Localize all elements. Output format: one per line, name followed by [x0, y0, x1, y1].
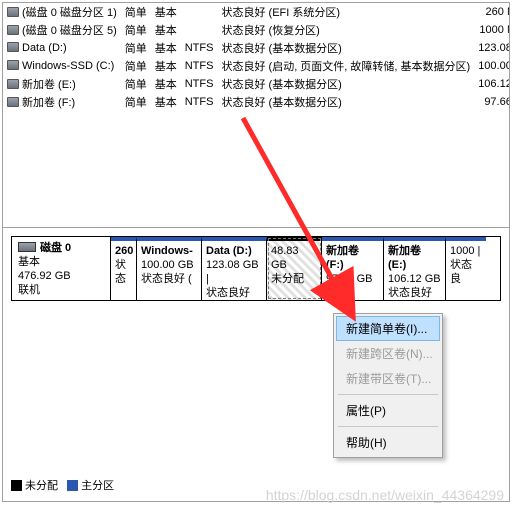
partition[interactable]: 新加卷 (E:)106.12 GB状态良好 (基 — [384, 237, 446, 300]
partition[interactable]: 新加卷 (F:)97.66 GB N状态良好 (基 — [322, 237, 384, 300]
volume-row[interactable]: (磁盘 0 磁盘分区 5)简单基本状态良好 (恢复分区)1000 ME — [3, 21, 509, 39]
drive-icon — [7, 79, 19, 89]
legend-swatch-primary — [67, 480, 78, 491]
disk-title: 磁盘 0 — [40, 242, 71, 254]
volume-row[interactable]: 新加卷 (F:)简单基本NTFS状态良好 (基本数据分区)97.66 G — [3, 93, 509, 111]
drive-icon — [7, 7, 19, 17]
partition[interactable]: 260状态 — [111, 237, 137, 300]
disk-icon — [18, 242, 36, 252]
disk-management-window: (磁盘 0 磁盘分区 1)简单基本状态良好 (EFI 系统分区)260 MB(磁… — [2, 2, 510, 502]
drive-icon — [7, 60, 19, 70]
volume-table: (磁盘 0 磁盘分区 1)简单基本状态良好 (EFI 系统分区)260 MB(磁… — [3, 3, 509, 111]
partition[interactable]: Data (D:)123.08 GB |状态良好 (基 — [202, 237, 267, 300]
partition[interactable]: 1000 |状态良 — [446, 237, 486, 300]
disk-label[interactable]: 磁盘 0 基本 476.92 GB 联机 — [11, 236, 111, 301]
legend-swatch-unalloc — [11, 480, 22, 491]
drive-icon — [7, 97, 19, 107]
legend-unalloc-label: 未分配 — [25, 480, 58, 492]
menu-separator — [338, 426, 438, 427]
menu-new-simple-volume[interactable]: 新建简单卷(I)... — [336, 316, 440, 341]
legend: 未分配 主分区 — [11, 477, 114, 493]
disk-status: 联机 — [18, 284, 40, 296]
menu-new-spanned-volume: 新建跨区卷(N)... — [336, 341, 440, 366]
menu-help[interactable]: 帮助(H) — [336, 430, 440, 455]
context-menu: 新建简单卷(I)... 新建跨区卷(N)... 新建带区卷(T)... 属性(P… — [333, 313, 443, 458]
legend-primary-label: 主分区 — [81, 480, 114, 492]
volume-list[interactable]: (磁盘 0 磁盘分区 1)简单基本状态良好 (EFI 系统分区)260 MB(磁… — [3, 3, 509, 228]
volume-row[interactable]: Data (D:)简单基本NTFS状态良好 (基本数据分区)123.08 G — [3, 39, 509, 57]
drive-icon — [7, 42, 19, 52]
volume-row[interactable]: (磁盘 0 磁盘分区 1)简单基本状态良好 (EFI 系统分区)260 MB — [3, 3, 509, 21]
partition-strip: 260状态Windows-100.00 GB状态良好 (Data (D:)123… — [111, 236, 501, 301]
volume-row[interactable]: Windows-SSD (C:)简单基本NTFS状态良好 (启动, 页面文件, … — [3, 57, 509, 75]
menu-separator — [338, 394, 438, 395]
drive-icon — [7, 25, 19, 35]
disk-type: 基本 — [18, 256, 40, 268]
volume-row[interactable]: 新加卷 (E:)简单基本NTFS状态良好 (基本数据分区)106.12 G — [3, 75, 509, 93]
menu-properties[interactable]: 属性(P) — [336, 398, 440, 423]
disk-size: 476.92 GB — [18, 270, 71, 282]
partition[interactable]: Windows-100.00 GB状态良好 ( — [137, 237, 202, 300]
disk-row: 磁盘 0 基本 476.92 GB 联机 260状态Windows-100.00… — [11, 236, 501, 301]
menu-new-striped-volume: 新建带区卷(T)... — [336, 366, 440, 391]
partition-unallocated[interactable]: 48.83 GB未分配 — [267, 237, 322, 300]
watermark: https://blog.csdn.net/weixin_44364299 — [266, 487, 504, 503]
